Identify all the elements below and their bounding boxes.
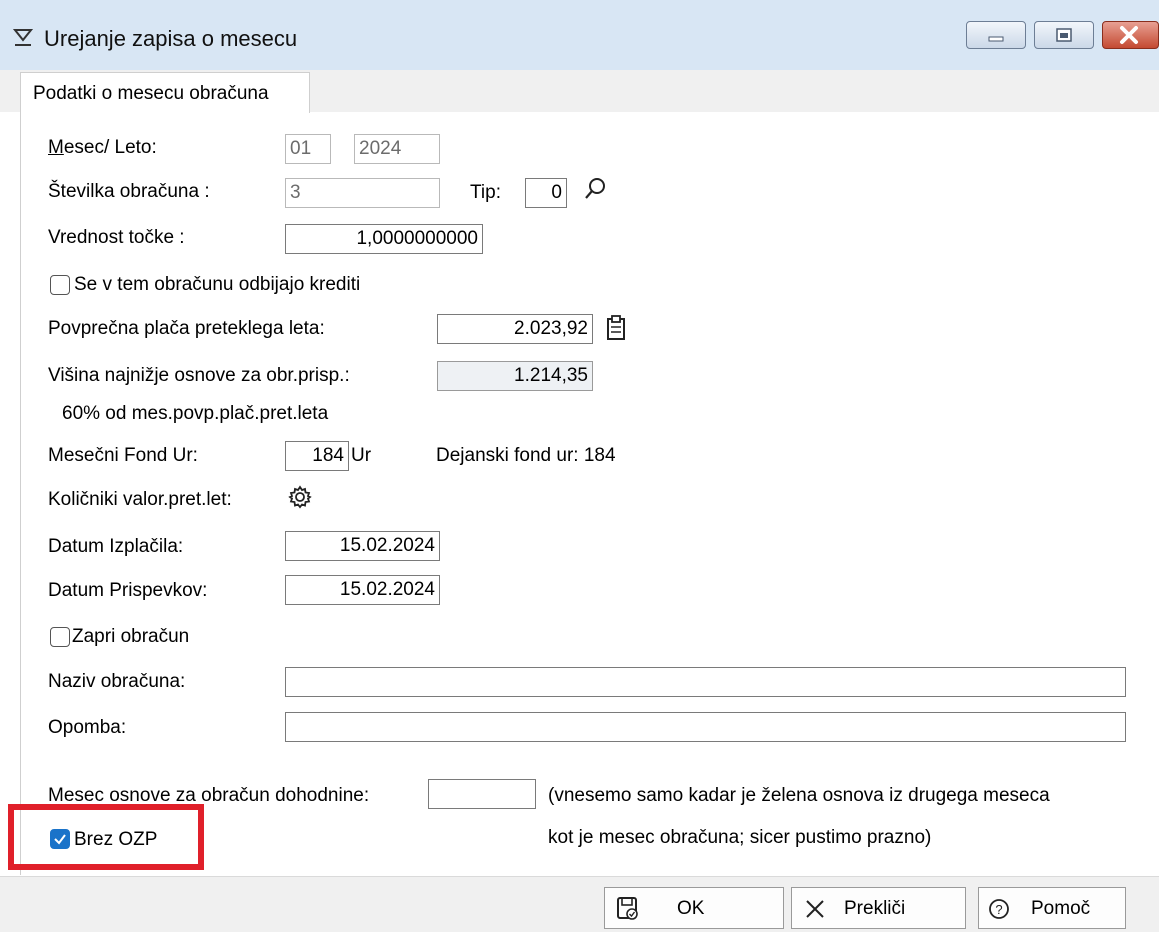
opomba-field[interactable] xyxy=(285,712,1126,742)
preklici-label: Prekliči xyxy=(844,898,906,919)
stevilka-field[interactable]: 3 xyxy=(285,178,440,208)
svg-text:?: ? xyxy=(995,902,1002,917)
pomoc-button[interactable]: ? Pomoč xyxy=(978,887,1126,929)
mesec-osnove-hint-2: kot je mesec obračuna; sicer pustimo pra… xyxy=(548,827,932,848)
minimize-icon xyxy=(988,36,1004,42)
save-icon xyxy=(617,897,638,920)
dialog-window: Urejanje zapisa o mesecu Podatki o mesec… xyxy=(0,0,1159,932)
datum-izplacila-label: Datum Izplačila: xyxy=(48,536,184,557)
fond-field[interactable]: 184 xyxy=(285,441,349,471)
krediti-checkbox[interactable] xyxy=(50,275,70,295)
maximize-button[interactable] xyxy=(1034,21,1094,49)
datum-prispevkov-field[interactable]: 15.02.2024 xyxy=(285,575,440,605)
naziv-field[interactable] xyxy=(285,667,1126,697)
ok-label: OK xyxy=(677,898,705,919)
leto-field[interactable]: 2024 xyxy=(354,134,440,164)
minimize-button[interactable] xyxy=(966,21,1026,49)
zapri-checkbox[interactable] xyxy=(50,627,70,647)
maximize-icon xyxy=(1056,28,1072,42)
vrednost-tocke-field[interactable]: 1,0000000000 xyxy=(285,224,483,254)
fond-unit: Ur xyxy=(351,445,372,466)
dejanski-fond: Dejanski fond ur: 184 xyxy=(436,445,616,466)
tip-label: Tip: xyxy=(470,182,501,203)
naziv-label: Naziv obračuna: xyxy=(48,671,186,692)
mesec-leto-label: Mesec/ Leto: xyxy=(48,136,157,160)
povprecna-placa-field[interactable]: 2.023,92 xyxy=(437,314,593,344)
window-title: Urejanje zapisa o mesecu xyxy=(44,26,298,51)
vrednost-tocke-label: Vrednost točke : xyxy=(48,227,185,248)
preklici-button[interactable]: Prekliči xyxy=(791,887,966,929)
close-icon xyxy=(1120,26,1138,44)
ok-button[interactable]: OK xyxy=(604,887,784,929)
highlight-frame xyxy=(8,804,204,870)
datum-izplacila-field[interactable]: 15.02.2024 xyxy=(285,531,440,561)
kolicniki-label: Količniki valor.pret.let: xyxy=(48,489,232,510)
close-icon xyxy=(806,900,824,918)
title-bar[interactable]: Urejanje zapisa o mesecu xyxy=(0,0,1159,70)
opomba-label: Opomba: xyxy=(48,717,127,738)
mesec-osnove-field[interactable] xyxy=(428,779,536,809)
pomoc-label: Pomoč xyxy=(1031,898,1091,919)
mesec-leto-label-text: esec/ Leto: xyxy=(63,137,157,158)
mesec-field[interactable]: 01 xyxy=(285,134,331,164)
close-button[interactable] xyxy=(1102,21,1159,49)
krediti-label: Se v tem obračunu odbijajo krediti xyxy=(74,274,361,295)
zapri-label: Zapri obračun xyxy=(72,626,190,647)
tip-field[interactable]: 0 xyxy=(525,178,567,208)
datum-prispevkov-label: Datum Prispevkov: xyxy=(48,580,208,601)
mesec-osnove-hint-1: (vnesemo samo kadar je želena osnova iz … xyxy=(548,785,1050,806)
stevilka-label: Številka obračuna : xyxy=(48,181,210,202)
tab-podatki[interactable]: Podatki o mesecu obračuna xyxy=(20,72,310,114)
povprecna-placa-label: Povprečna plača preteklega leta: xyxy=(48,318,325,339)
mesec-leto-label-hotkey: M xyxy=(48,137,64,158)
app-icon xyxy=(12,29,34,46)
clipboard-icon[interactable] xyxy=(603,314,629,342)
fond-label: Mesečni Fond Ur: xyxy=(48,445,198,466)
gear-icon[interactable] xyxy=(287,484,313,510)
search-icon[interactable] xyxy=(582,176,608,202)
visina-label: Višina najnižje osnove za obr.prisp.: xyxy=(48,365,350,386)
visina-note: 60% od mes.povp.plač.pret.leta xyxy=(62,403,329,424)
visina-field: 1.214,35 xyxy=(437,361,593,391)
help-icon: ? xyxy=(989,899,1009,919)
